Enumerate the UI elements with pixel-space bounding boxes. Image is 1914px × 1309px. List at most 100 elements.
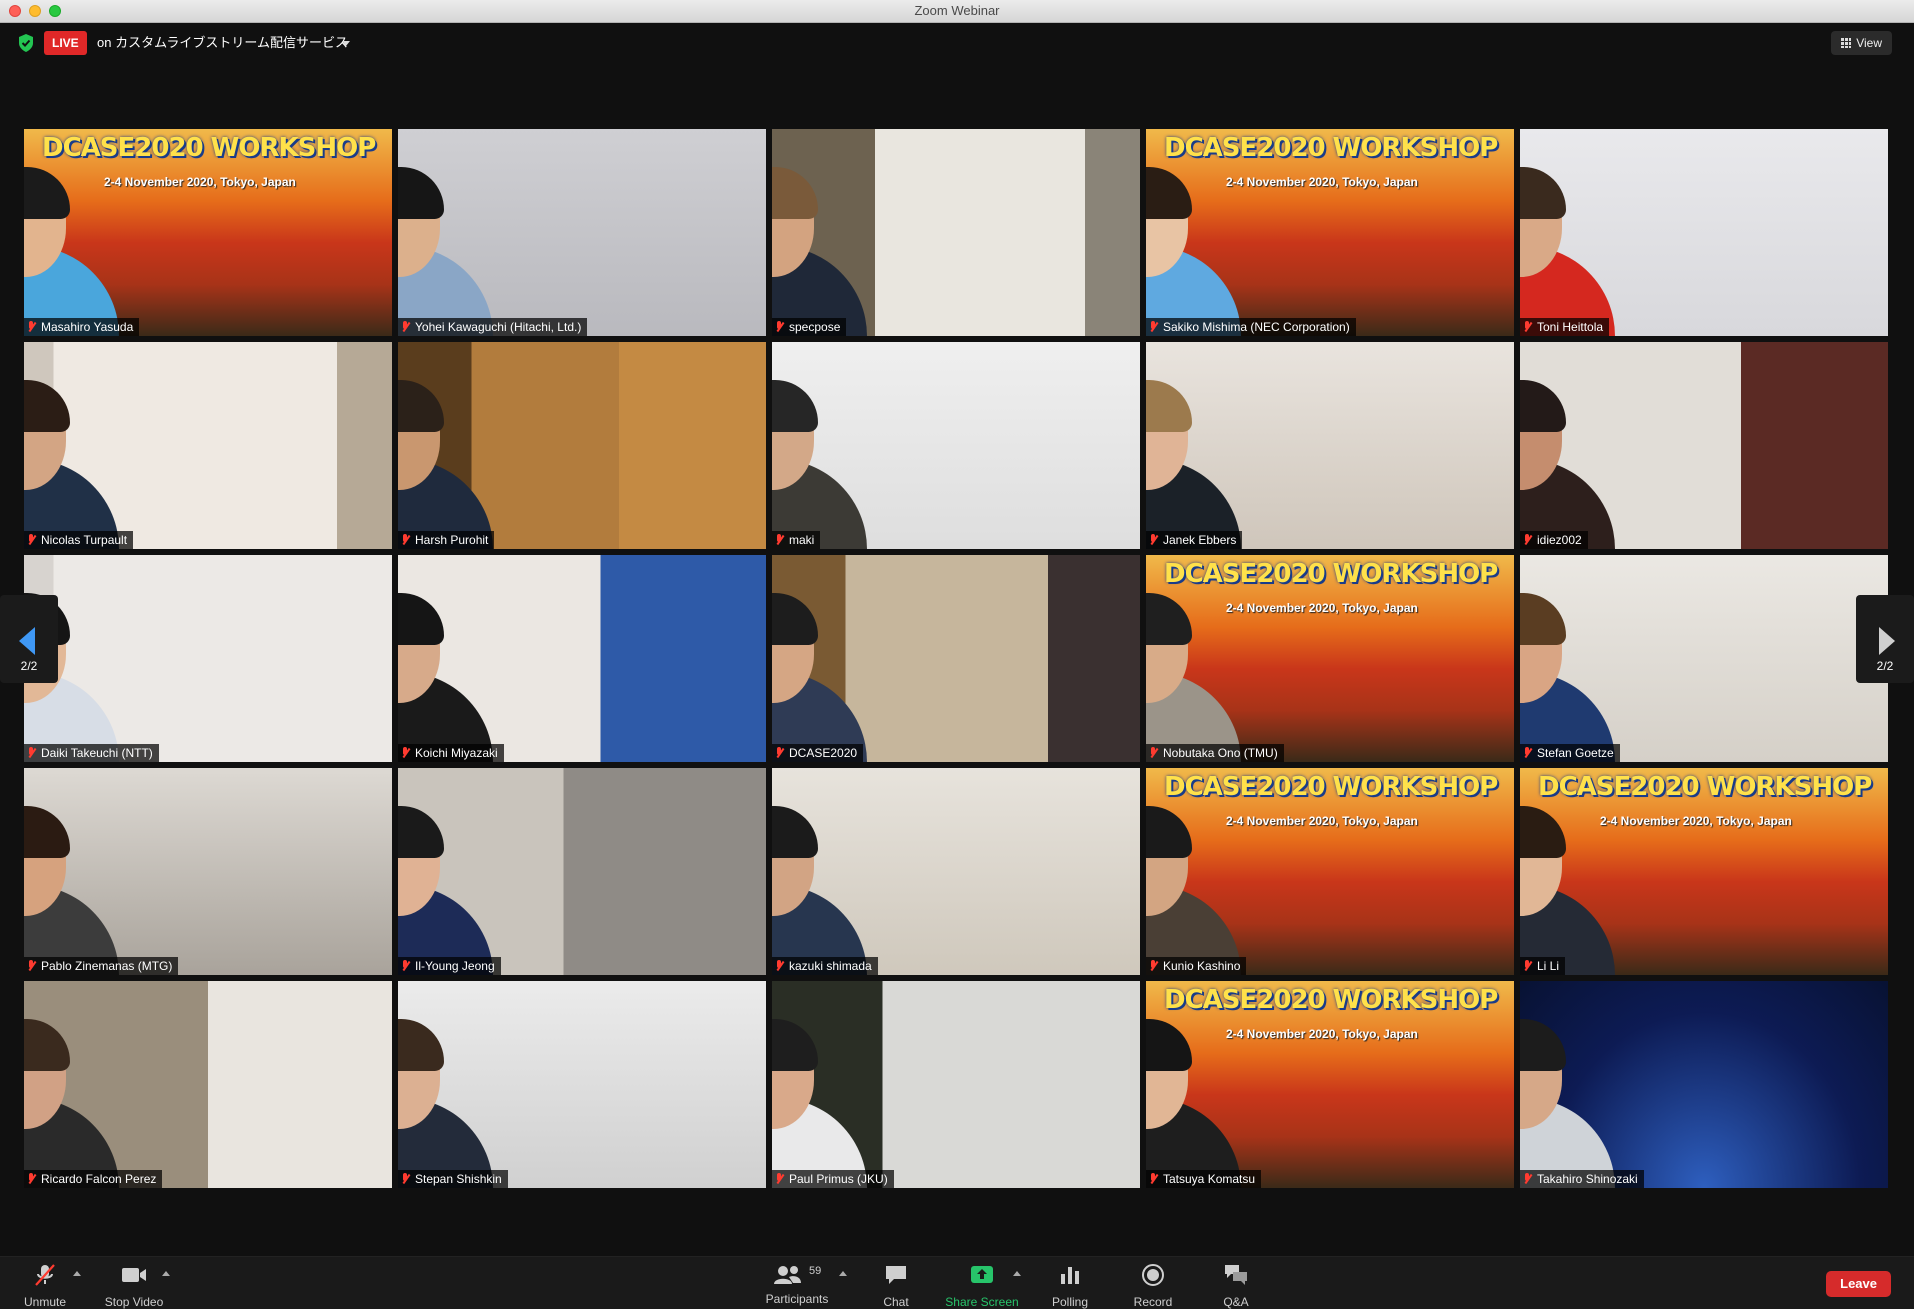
microphone-muted-icon bbox=[1523, 534, 1532, 546]
view-button[interactable]: View bbox=[1831, 31, 1892, 55]
participants-button[interactable]: 59 Participants bbox=[760, 1263, 834, 1306]
share-screen-button[interactable]: Share Screen bbox=[942, 1263, 1022, 1309]
window-title: Zoom Webinar bbox=[914, 3, 1000, 18]
microphone-muted-icon bbox=[1149, 321, 1158, 333]
participant-name: kazuki shimada bbox=[789, 959, 872, 973]
audio-options-chevron-icon[interactable] bbox=[73, 1271, 81, 1276]
video-tile[interactable]: Koichi Miyazaki bbox=[398, 555, 766, 762]
participant-name: Takahiro Shinozaki bbox=[1537, 1172, 1638, 1186]
participant-name: Paul Primus (JKU) bbox=[789, 1172, 888, 1186]
video-tile[interactable]: Janek Ebbers bbox=[1146, 342, 1514, 549]
polling-label: Polling bbox=[1051, 1295, 1089, 1309]
video-tile[interactable]: Paul Primus (JKU) bbox=[772, 981, 1140, 1188]
participant-name-tag: Sakiko Mishima (NEC Corporation) bbox=[1146, 318, 1356, 336]
participant-name: Koichi Miyazaki bbox=[415, 746, 498, 760]
participant-name-tag: Nicolas Turpault bbox=[24, 531, 134, 549]
video-tile[interactable]: DCASE2020 WORKSHOP 2-4 November 2020, Tok… bbox=[1146, 768, 1514, 975]
live-stream-label[interactable]: on カスタムライブストリーム配信サービス bbox=[97, 33, 348, 53]
shield-icon[interactable] bbox=[18, 34, 34, 52]
video-tile[interactable]: Stepan Shishkin bbox=[398, 981, 766, 1188]
participant-name: Kunio Kashino bbox=[1163, 959, 1241, 973]
stop-video-button[interactable]: Stop Video bbox=[100, 1263, 168, 1309]
participant-name-tag: Stefan Goetze bbox=[1520, 744, 1620, 762]
record-label: Record bbox=[1133, 1295, 1173, 1309]
chevron-down-icon[interactable] bbox=[342, 41, 350, 46]
video-tile[interactable]: DCASE2020 bbox=[772, 555, 1140, 762]
polling-button[interactable]: Polling bbox=[1048, 1263, 1092, 1309]
participant-video bbox=[1146, 981, 1330, 1188]
record-button[interactable]: Record bbox=[1130, 1263, 1176, 1309]
video-tile[interactable]: Pablo Zinemanas (MTG) bbox=[24, 768, 392, 975]
window-close-button[interactable] bbox=[9, 5, 21, 17]
previous-page-button[interactable]: 2/2 bbox=[0, 595, 58, 683]
video-tile[interactable]: Nicolas Turpault bbox=[24, 342, 392, 549]
video-tile[interactable]: Il-Young Jeong bbox=[398, 768, 766, 975]
participants-options-chevron-icon[interactable] bbox=[839, 1271, 847, 1276]
share-screen-label: Share Screen bbox=[945, 1295, 1019, 1309]
participants-icon bbox=[774, 1266, 801, 1284]
microphone-muted-icon bbox=[1149, 747, 1158, 759]
window-minimize-button[interactable] bbox=[29, 5, 41, 17]
leave-button[interactable]: Leave bbox=[1826, 1271, 1891, 1297]
qa-button[interactable]: Q&A bbox=[1218, 1263, 1254, 1309]
window-maximize-button[interactable] bbox=[49, 5, 61, 17]
share-options-chevron-icon[interactable] bbox=[1013, 1271, 1021, 1276]
participant-name: Daiki Takeuchi (NTT) bbox=[41, 746, 153, 760]
unmute-button[interactable]: Unmute bbox=[18, 1263, 72, 1309]
participant-video bbox=[24, 129, 208, 336]
video-tile[interactable]: maki bbox=[772, 342, 1140, 549]
participant-video bbox=[398, 342, 582, 549]
participant-video bbox=[398, 129, 582, 336]
video-tile[interactable]: Harsh Purohit bbox=[398, 342, 766, 549]
video-tile[interactable]: kazuki shimada bbox=[772, 768, 1140, 975]
microphone-muted-icon bbox=[1523, 321, 1532, 333]
participant-video bbox=[1146, 555, 1330, 762]
participant-video bbox=[24, 342, 208, 549]
participant-name-tag: Toni Heittola bbox=[1520, 318, 1610, 336]
participant-name-tag: DCASE2020 bbox=[772, 744, 864, 762]
video-tile[interactable]: DCASE2020 WORKSHOP 2-4 November 2020, Tok… bbox=[1146, 555, 1514, 762]
participant-count: 59 bbox=[809, 1265, 822, 1277]
arrow-right-icon bbox=[1879, 627, 1895, 655]
video-tile[interactable]: Toni Heittola bbox=[1520, 129, 1888, 336]
video-tile[interactable]: Stefan Goetze bbox=[1520, 555, 1888, 762]
video-tile[interactable]: DCASE2020 WORKSHOP 2-4 November 2020, Tok… bbox=[1146, 129, 1514, 336]
video-tile[interactable]: Takahiro Shinozaki bbox=[1520, 981, 1888, 1188]
window-titlebar: Zoom Webinar bbox=[0, 0, 1914, 23]
participant-name-tag: Kunio Kashino bbox=[1146, 957, 1247, 975]
video-tile[interactable]: DCASE2020 WORKSHOP 2-4 November 2020, Tok… bbox=[1520, 768, 1888, 975]
view-label: View bbox=[1856, 36, 1882, 50]
video-tile[interactable]: specpose bbox=[772, 129, 1140, 336]
participant-name: Masahiro Yasuda bbox=[41, 320, 134, 334]
video-tile[interactable]: Ricardo Falcon Perez bbox=[24, 981, 392, 1188]
participant-name-tag: maki bbox=[772, 531, 821, 549]
chat-label: Chat bbox=[883, 1295, 909, 1309]
video-tile[interactable]: DCASE2020 WORKSHOP 2-4 November 2020, Tok… bbox=[1146, 981, 1514, 1188]
participant-name-tag: Tatsuya Komatsu bbox=[1146, 1170, 1262, 1188]
share-screen-icon bbox=[971, 1266, 993, 1283]
microphone-muted-icon bbox=[27, 1173, 36, 1185]
live-badge[interactable]: LIVE bbox=[44, 31, 87, 55]
microphone-muted-icon bbox=[401, 321, 410, 333]
participant-name: maki bbox=[789, 533, 815, 547]
microphone-muted-icon bbox=[775, 534, 784, 546]
participant-video bbox=[398, 768, 582, 975]
next-page-button[interactable]: 2/2 bbox=[1856, 595, 1914, 683]
video-tile[interactable]: Yohei Kawaguchi (Hitachi, Ltd.) bbox=[398, 129, 766, 336]
participant-video bbox=[772, 342, 956, 549]
video-options-chevron-icon[interactable] bbox=[162, 1271, 170, 1276]
participant-video bbox=[398, 981, 582, 1188]
participant-video bbox=[1146, 768, 1330, 975]
video-tile[interactable]: idiez002 bbox=[1520, 342, 1888, 549]
video-tile[interactable]: DCASE2020 WORKSHOP 2-4 November 2020, Tok… bbox=[24, 129, 392, 336]
participant-video bbox=[24, 768, 208, 975]
participant-name-tag: Harsh Purohit bbox=[398, 531, 495, 549]
participant-video bbox=[772, 768, 956, 975]
chat-button[interactable]: Chat bbox=[874, 1263, 918, 1309]
microphone-muted-icon bbox=[775, 960, 784, 972]
participant-name-tag: Yohei Kawaguchi (Hitachi, Ltd.) bbox=[398, 318, 588, 336]
microphone-muted-icon bbox=[1149, 1173, 1158, 1185]
video-tile[interactable]: Daiki Takeuchi (NTT) bbox=[24, 555, 392, 762]
participant-name: Tatsuya Komatsu bbox=[1163, 1172, 1256, 1186]
participant-name: Sakiko Mishima (NEC Corporation) bbox=[1163, 320, 1350, 334]
